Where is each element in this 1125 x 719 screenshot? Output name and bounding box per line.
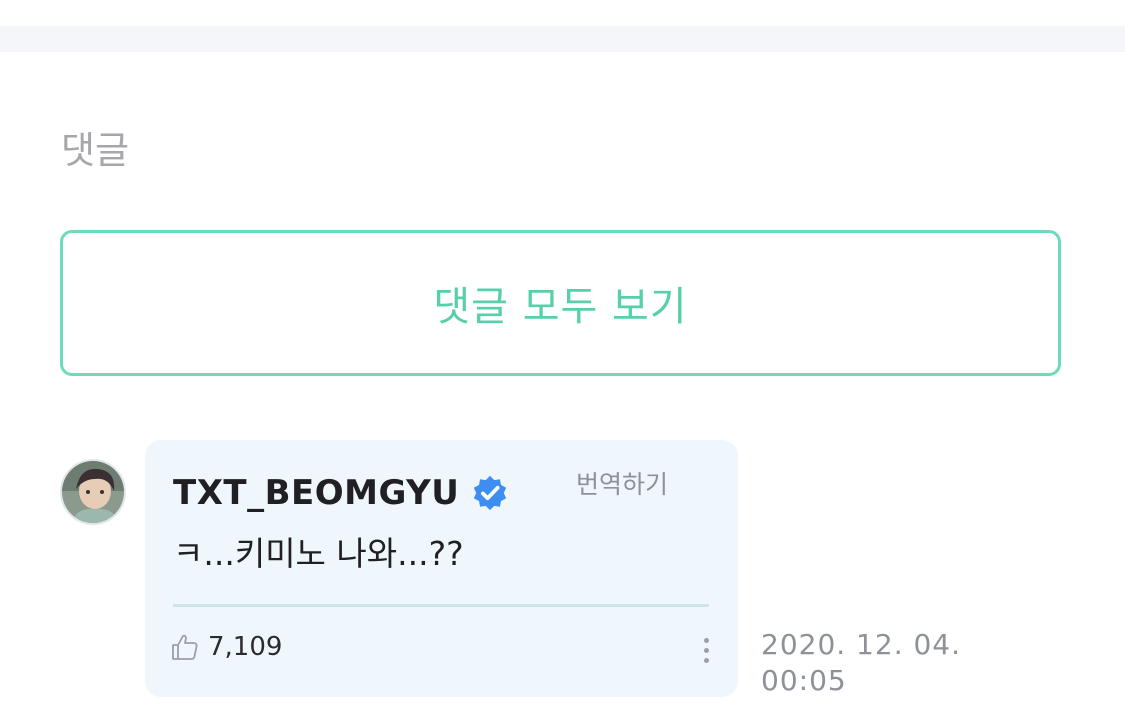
comments-page: 댓글 댓글 모두 보기 TXT_BEOMGYU 번역하기 ㅋ...키미노 나와.… (0, 0, 1125, 719)
comment-timestamp: 2020. 12. 04. 00:05 (761, 627, 961, 699)
comment-author: TXT_BEOMGYU (173, 472, 509, 514)
comment-bubble: TXT_BEOMGYU 번역하기 ㅋ...키미노 나와...?? 7,109 (145, 440, 738, 697)
like-count: 7,109 (208, 632, 283, 662)
translate-button[interactable]: 번역하기 (576, 468, 668, 502)
top-divider-band (0, 26, 1125, 52)
avatar-image (62, 461, 124, 523)
comment-date: 2020. 12. 04. (761, 628, 962, 661)
comment-text: ㅋ...키미노 나와...?? (173, 534, 464, 573)
vertical-ellipsis-icon[interactable] (701, 638, 711, 668)
thumbs-up-icon (172, 634, 198, 660)
comment-time: 00:05 (761, 664, 847, 697)
section-title: 댓글 (61, 129, 130, 172)
comment-divider (173, 604, 709, 607)
author-name[interactable]: TXT_BEOMGYU (173, 472, 459, 514)
view-all-comments-button[interactable]: 댓글 모두 보기 (60, 230, 1061, 376)
avatar[interactable] (60, 459, 126, 525)
verified-badge-icon (474, 475, 507, 511)
like-button[interactable]: 7,109 (170, 630, 282, 664)
